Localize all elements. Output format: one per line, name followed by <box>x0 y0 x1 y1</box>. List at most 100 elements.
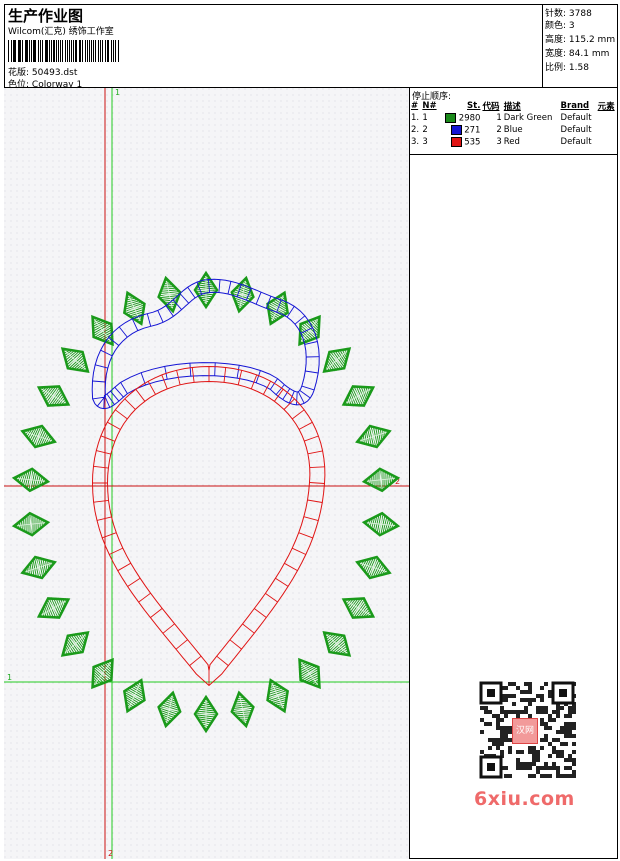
guide-label-bottom: 2 <box>108 849 113 858</box>
qr-module <box>508 750 512 754</box>
qr-module <box>524 682 528 686</box>
barcode-bar <box>65 40 66 62</box>
qr-code[interactable]: 汉网 <box>470 680 580 780</box>
table-divider <box>410 154 618 155</box>
qr-module <box>540 766 544 770</box>
col-desc: 描述 <box>503 102 521 112</box>
table-row[interactable]: 1. 1 2980 1 Dark Green Default <box>410 112 618 124</box>
qr-module <box>572 710 576 714</box>
qr-module <box>500 742 504 746</box>
qr-module <box>488 722 492 726</box>
qr-module <box>524 690 528 694</box>
qr-module <box>488 710 492 714</box>
qr-module <box>520 690 524 694</box>
qr-module <box>564 766 568 770</box>
qr-module <box>496 742 500 746</box>
barcode-bar <box>19 40 22 62</box>
qr-module <box>540 738 544 742</box>
qr-module <box>572 742 576 746</box>
qr-module <box>500 718 504 722</box>
barcode-bar <box>17 40 19 62</box>
qr-module <box>488 746 492 750</box>
barcode-bar <box>42 40 43 62</box>
qr-module <box>544 774 548 778</box>
col-code: 代码 <box>482 102 500 112</box>
qr-module <box>572 762 576 766</box>
qr-module <box>508 682 512 686</box>
page-title: 生产作业图 <box>8 7 84 25</box>
qr-module <box>508 746 512 750</box>
qr-module <box>544 734 548 738</box>
barcode-bar <box>74 40 77 62</box>
qr-module <box>544 722 548 726</box>
qr-finder-center <box>487 689 495 697</box>
qr-module <box>564 742 568 746</box>
watermark: 6xiu.com <box>474 788 575 810</box>
barcode <box>8 40 120 62</box>
embroidery-preview: 1 2 1 2 <box>4 88 409 859</box>
col-element: 元素 <box>597 102 615 112</box>
qr-module <box>568 758 572 762</box>
qr-module <box>512 710 516 714</box>
barcode-bar <box>46 40 48 62</box>
barcode-bar <box>39 40 42 62</box>
qr-module <box>532 746 536 750</box>
qr-module <box>504 714 508 718</box>
qr-module <box>556 706 560 710</box>
qr-module <box>532 758 536 762</box>
barcode-bar <box>31 40 32 62</box>
qr-module <box>516 766 520 770</box>
qr-module <box>504 726 508 730</box>
qr-module <box>500 726 504 730</box>
barcode-bar <box>48 40 50 62</box>
qr-module <box>536 770 540 774</box>
barcode-bar <box>68 40 70 62</box>
barcode-bar <box>28 40 30 62</box>
qr-module <box>572 722 576 726</box>
qr-module <box>504 774 508 778</box>
color-swatch <box>450 136 462 147</box>
barcode-bar <box>62 40 64 62</box>
qr-module <box>548 718 552 722</box>
qr-module <box>528 766 532 770</box>
qr-module <box>524 706 528 710</box>
qr-module <box>548 694 552 698</box>
qr-module <box>560 774 564 778</box>
qr-module <box>564 774 568 778</box>
qr-module <box>552 718 556 722</box>
table-row[interactable]: 3. 3 535 3 Red Default <box>410 136 618 148</box>
qr-module <box>556 730 560 734</box>
qr-module <box>568 734 572 738</box>
qr-module <box>528 686 532 690</box>
guide-label-top: 1 <box>115 88 120 97</box>
barcode-bar <box>78 40 80 62</box>
barcode-bar <box>24 40 26 62</box>
qr-module <box>572 770 576 774</box>
qr-module <box>520 762 524 766</box>
qr-module <box>524 710 528 714</box>
qr-module <box>492 714 496 718</box>
design-canvas[interactable]: 1 2 1 2 <box>4 88 410 859</box>
qr-module <box>556 714 560 718</box>
qr-module <box>540 718 544 722</box>
qr-module <box>552 710 556 714</box>
barcode-bar <box>113 40 114 62</box>
qr-module <box>572 734 576 738</box>
qr-module <box>516 758 520 762</box>
qr-module <box>496 714 500 718</box>
qr-module <box>544 738 548 742</box>
stat-colors: 颜色: 3 <box>545 21 575 31</box>
qr-module <box>536 754 540 758</box>
qr-module <box>532 754 536 758</box>
qr-module <box>556 754 560 758</box>
qr-module <box>504 694 508 698</box>
qr-module <box>504 710 508 714</box>
qr-module <box>560 754 564 758</box>
barcode-bar <box>94 40 96 62</box>
qr-module <box>536 706 540 710</box>
qr-module <box>496 738 500 742</box>
qr-module <box>520 710 524 714</box>
qr-module <box>516 710 520 714</box>
qr-module <box>556 774 560 778</box>
table-row[interactable]: 2. 2 271 2 Blue Default <box>410 124 618 136</box>
